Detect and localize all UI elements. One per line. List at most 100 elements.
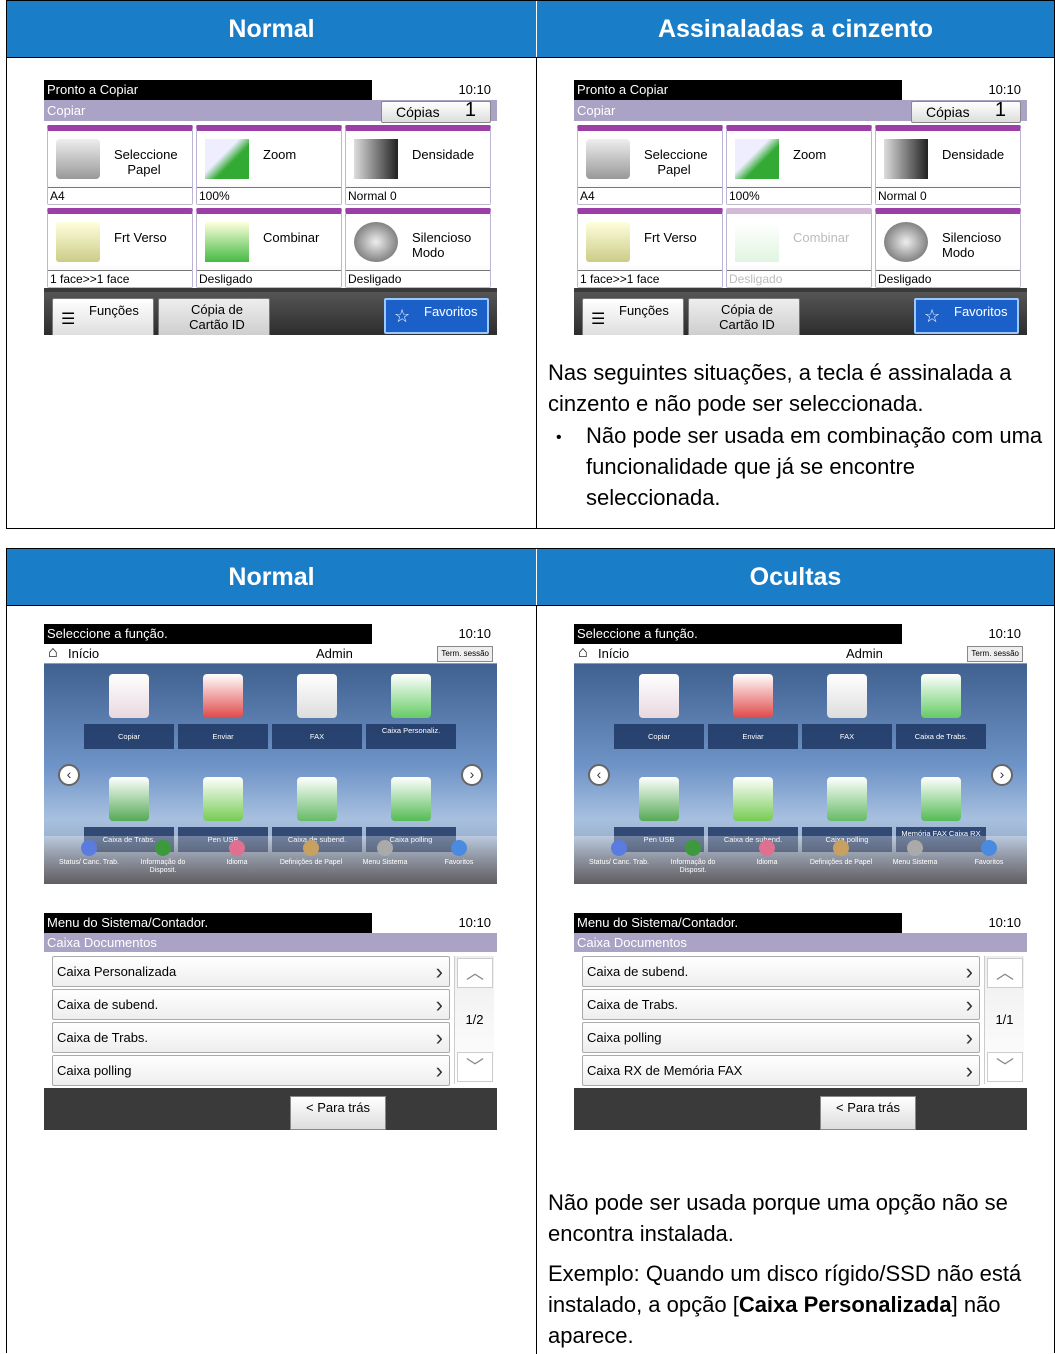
- menu-item[interactable]: Caixa de Trabs. ›: [52, 1022, 450, 1053]
- dock-button[interactable]: Idioma: [732, 840, 802, 867]
- prev-page-button[interactable]: ‹: [588, 764, 610, 786]
- menu-item[interactable]: Caixa Personalizada ›: [52, 956, 450, 987]
- next-page-button[interactable]: ›: [461, 764, 483, 786]
- app-label: Caixa de Trabs.: [896, 724, 986, 749]
- functions-button[interactable]: ☰ Funções: [52, 298, 154, 335]
- status-text: Seleccione a função.: [44, 624, 372, 644]
- home-icon[interactable]: ⌂: [48, 643, 58, 663]
- tile-paper[interactable]: Seleccione Papel A4: [47, 125, 193, 205]
- home-label[interactable]: Início: [68, 646, 99, 661]
- tile-quiet-mode[interactable]: Silencioso Modo Desligado: [345, 208, 491, 288]
- app-tile[interactable]: FAX: [802, 674, 892, 769]
- dock-button[interactable]: Definições de Papel: [276, 840, 346, 867]
- dock-button[interactable]: Favoritos: [954, 840, 1024, 867]
- dock-label: Status/ Canc. Trab.: [589, 859, 649, 866]
- home-icon[interactable]: ⌂: [578, 643, 588, 663]
- screen-title: Copiar: [577, 103, 616, 118]
- app-tile[interactable]: FAX: [272, 674, 362, 769]
- duplex-icon: [586, 222, 630, 262]
- app-tile[interactable]: Caixa de Trabs.: [896, 674, 986, 769]
- logout-button[interactable]: Term. sessão: [967, 646, 1023, 662]
- header-hidden: Ocultas: [536, 549, 1054, 605]
- scroll-down-button[interactable]: ﹀: [457, 1052, 493, 1082]
- copies-button[interactable]: Cópias 1: [911, 100, 1021, 123]
- dock-button[interactable]: Informação do Disposit.: [128, 840, 198, 875]
- scroll-down-button[interactable]: ﹀: [987, 1052, 1023, 1082]
- greyed-description: Nas seguintes situações, a tecla é assin…: [548, 360, 1012, 416]
- header-normal: Normal: [228, 14, 315, 43]
- pager: ︿ 1/2 ﹀: [454, 956, 494, 1084]
- menu-item[interactable]: Caixa de Trabs. ›: [582, 989, 980, 1020]
- dock-button[interactable]: Favoritos: [424, 840, 494, 867]
- clock: 10:10: [458, 915, 491, 930]
- id-card-copy-button[interactable]: Cópia de Cartão ID: [158, 298, 270, 335]
- dock-button[interactable]: Menu Sistema: [880, 840, 950, 867]
- home-screen-normal: Seleccione a função. 10:10 ⌂ Início Admin …: [44, 624, 497, 884]
- dock-button[interactable]: Definições de Papel: [806, 840, 876, 867]
- tile-duplex[interactable]: Frt Verso 1 face>>1 face: [47, 208, 193, 288]
- app-icon: [391, 777, 431, 821]
- clock: 10:10: [458, 626, 491, 641]
- status-text: Pronto a Copiar: [574, 80, 902, 100]
- admin-label: Admin: [316, 646, 353, 661]
- clock: 10:10: [458, 82, 491, 97]
- app-tile[interactable]: Copiar: [84, 674, 174, 769]
- dock-button[interactable]: Informação do Disposit.: [658, 840, 728, 875]
- scroll-up-button[interactable]: ︿: [457, 958, 493, 988]
- tile-paper[interactable]: Seleccione Papel A4: [577, 125, 723, 205]
- header-normal-2: Normal: [228, 562, 315, 591]
- app-icon: [827, 777, 867, 821]
- copy-screen-greyed: Pronto a Copiar 10:10 Copiar Cópias 1 Sele…: [574, 80, 1027, 335]
- home-label[interactable]: Início: [598, 646, 629, 661]
- menu-item[interactable]: Caixa polling ›: [52, 1055, 450, 1086]
- duplex-icon: [56, 222, 100, 262]
- menu-item-label: Caixa de subend.: [587, 964, 689, 979]
- favorites-button[interactable]: ☆ Favoritos: [384, 298, 489, 334]
- app-label: Enviar: [178, 724, 268, 749]
- tile-zoom[interactable]: Zoom 100%: [726, 125, 872, 205]
- tile-density[interactable]: Densidade Normal 0: [875, 125, 1021, 205]
- density-icon: [354, 139, 398, 179]
- app-label: FAX: [272, 724, 362, 749]
- dock-button[interactable]: Idioma: [202, 840, 272, 867]
- page-indicator: 1/2: [465, 1012, 484, 1027]
- app-icon: [297, 777, 337, 821]
- id-card-copy-button[interactable]: Cópia de Cartão ID: [688, 298, 800, 335]
- functions-button[interactable]: ☰ Funções: [582, 298, 684, 335]
- prev-page-button[interactable]: ‹: [58, 764, 80, 786]
- status-text: Menu do Sistema/Contador.: [574, 913, 902, 933]
- copies-button[interactable]: Cópias 1: [381, 100, 491, 123]
- app-label: Caixa Personaliz.: [366, 724, 456, 749]
- menu-screen-hidden: Menu do Sistema/Contador. 10:10 Caixa Doc…: [574, 913, 1027, 1130]
- dock-button[interactable]: Status/ Canc. Trab.: [584, 840, 654, 867]
- menu-item[interactable]: Caixa polling ›: [582, 1022, 980, 1053]
- dock-label: Menu Sistema: [892, 859, 938, 866]
- tile-density[interactable]: Densidade Normal 0: [345, 125, 491, 205]
- back-button[interactable]: < Para trás: [820, 1096, 916, 1130]
- app-icon: [733, 777, 773, 821]
- dock-icon: [81, 840, 97, 856]
- tile-zoom[interactable]: Zoom 100%: [196, 125, 342, 205]
- next-page-button[interactable]: ›: [991, 764, 1013, 786]
- tile-combine-disabled: Combinar Desligado: [726, 208, 872, 288]
- dock-button[interactable]: Menu Sistema: [350, 840, 420, 867]
- menu-item-label: Caixa polling: [587, 1030, 662, 1045]
- tile-combine[interactable]: Combinar Desligado: [196, 208, 342, 288]
- logout-button[interactable]: Term. sessão: [437, 646, 493, 662]
- menu-item[interactable]: Caixa RX de Memória FAX ›: [582, 1055, 980, 1086]
- dock-button[interactable]: Status/ Canc. Trab.: [54, 840, 124, 867]
- app-tile[interactable]: Copiar: [614, 674, 704, 769]
- scroll-up-button[interactable]: ︿: [987, 958, 1023, 988]
- app-tile[interactable]: Enviar: [178, 674, 268, 769]
- app-tile[interactable]: Enviar: [708, 674, 798, 769]
- app-icon: [639, 777, 679, 821]
- tile-quiet-mode[interactable]: Silencioso Modo Desligado: [875, 208, 1021, 288]
- dock-icon: [451, 840, 467, 856]
- dock-label: Informação do Disposit.: [670, 859, 716, 874]
- app-tile[interactable]: Caixa Personaliz.: [366, 674, 456, 769]
- favorites-button[interactable]: ☆ Favoritos: [914, 298, 1019, 334]
- tile-duplex[interactable]: Frt Verso 1 face>>1 face: [577, 208, 723, 288]
- menu-item[interactable]: Caixa de subend. ›: [582, 956, 980, 987]
- menu-item[interactable]: Caixa de subend. ›: [52, 989, 450, 1020]
- back-button[interactable]: < Para trás: [290, 1096, 386, 1130]
